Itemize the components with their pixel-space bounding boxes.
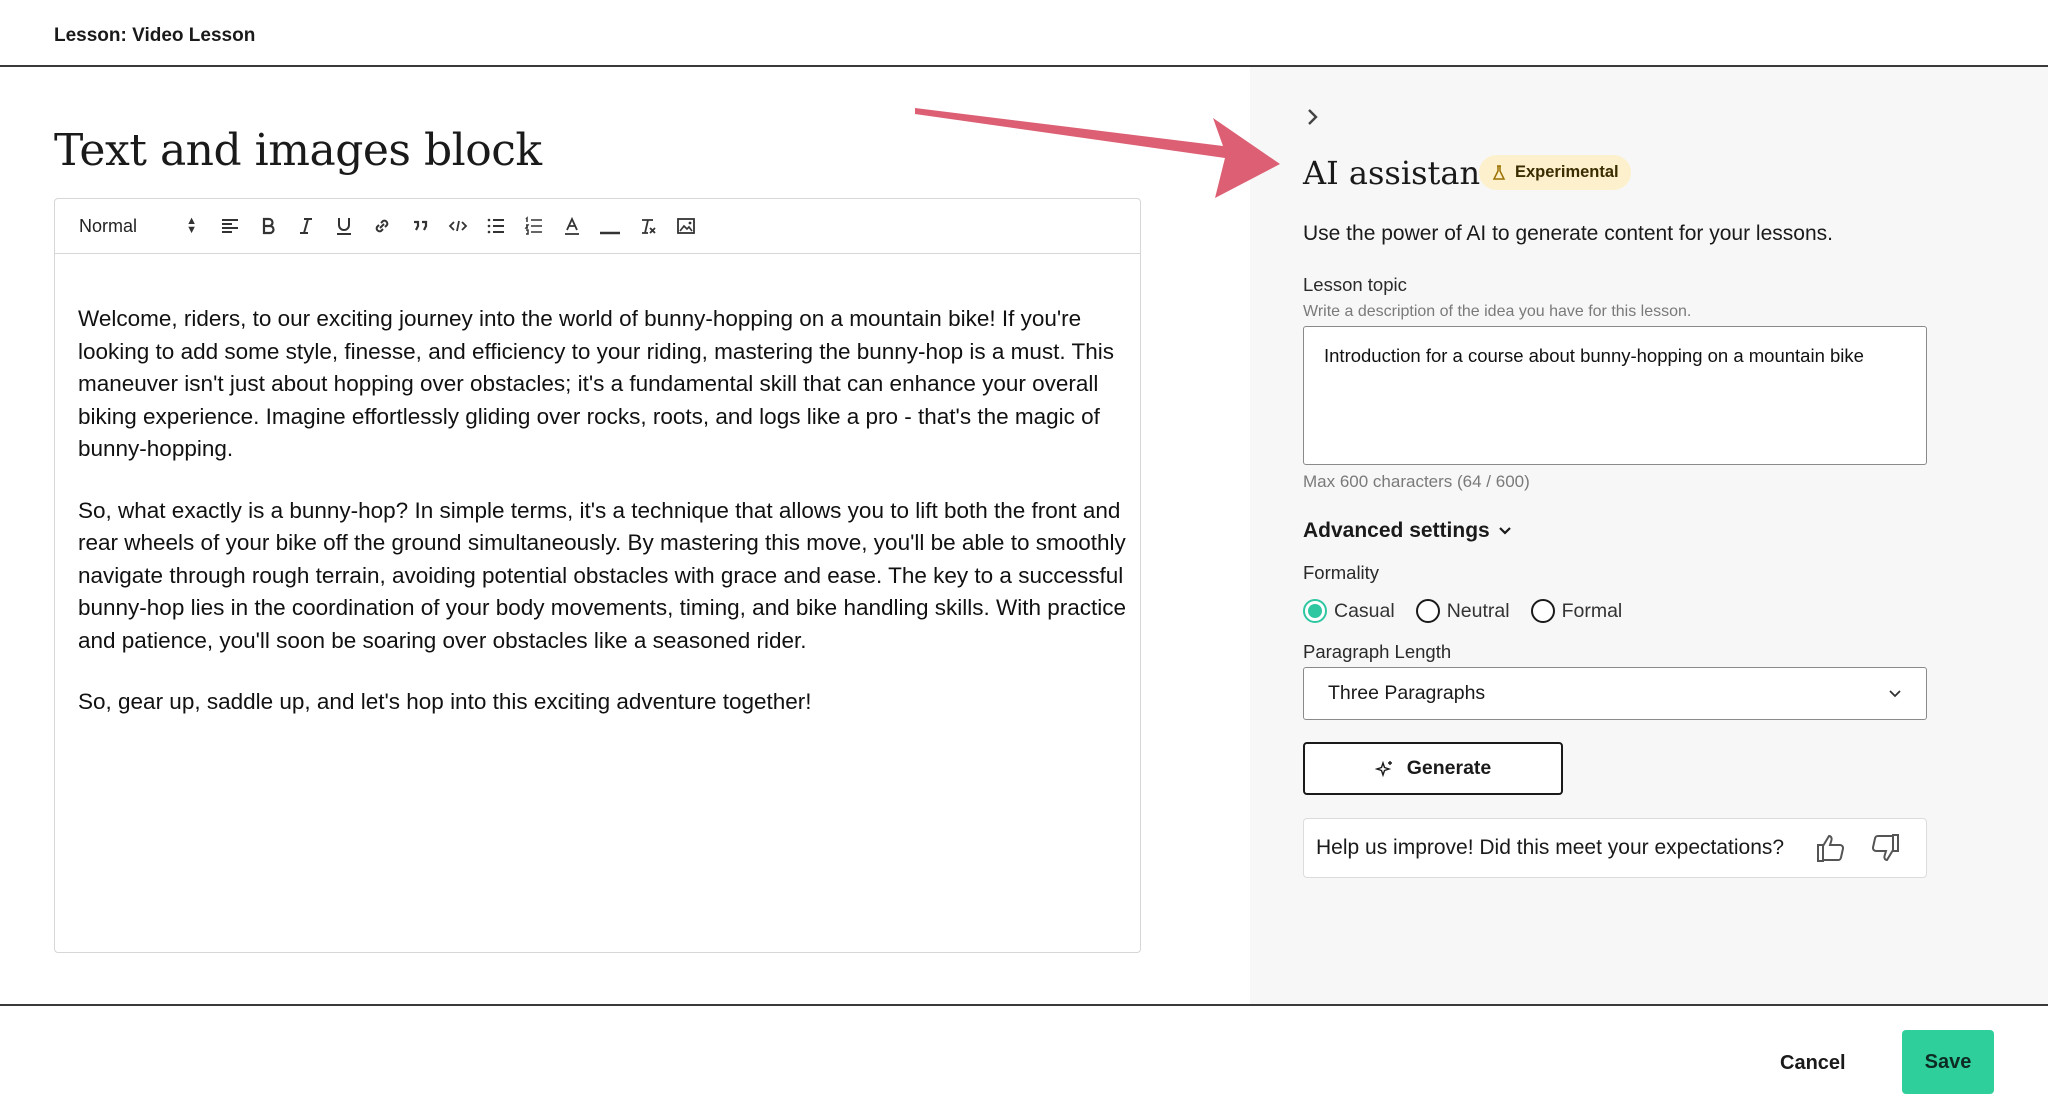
insert-image-button[interactable] (667, 210, 705, 242)
bold-button[interactable] (249, 210, 287, 242)
horizontal-rule-icon (600, 231, 620, 235)
chevron-down-icon (1889, 690, 1901, 698)
text-style-value: Normal (79, 215, 138, 236)
formality-casual-radio[interactable]: Casual (1303, 599, 1395, 623)
align-button[interactable] (211, 210, 249, 242)
text-style-select[interactable]: Normal ▲ ▼ (79, 216, 197, 237)
block-title: Text and images block (54, 125, 542, 176)
rich-text-editor: Normal ▲ ▼ Welcome, riders, to our excit… (54, 198, 1141, 953)
clear-format-icon (642, 219, 656, 234)
chevron-right-icon (1308, 109, 1318, 125)
thumbs-up-icon[interactable] (1814, 831, 1848, 865)
paragraph-length-value: Three Paragraphs (1328, 682, 1486, 704)
underline-icon (337, 218, 351, 235)
formality-option-label: Casual (1334, 599, 1395, 622)
numbered-list-button[interactable] (515, 210, 553, 242)
page-title: Lesson: Video Lesson (54, 25, 256, 46)
radio-unselected-icon (1415, 599, 1440, 623)
italic-icon (300, 218, 312, 234)
lesson-topic-input[interactable]: Introduction for a course about bunny-ho… (1303, 326, 1927, 465)
chevron-down-icon (1498, 527, 1511, 535)
formality-formal-radio[interactable]: Formal (1530, 599, 1623, 623)
ai-assistant-panel: AI assistant Experimental Use the power … (1250, 67, 2048, 1006)
ai-description: Use the power of AI to generate content … (1303, 222, 1833, 245)
collapse-panel-button[interactable] (1300, 105, 1324, 129)
content-paragraph-3: So, gear up, saddle up, and let's hop in… (78, 689, 812, 714)
text-color-icon (565, 216, 579, 235)
clear-format-button[interactable] (629, 210, 667, 242)
save-button[interactable]: Save (1902, 1030, 1994, 1094)
editor-content[interactable]: Welcome, riders, to our exciting journey… (78, 303, 1128, 748)
numbered-list-icon (524, 216, 542, 235)
bold-icon (262, 217, 275, 235)
italic-button[interactable] (287, 210, 325, 242)
badge-label: Experimental (1515, 163, 1619, 181)
thumbs-down-icon[interactable] (1868, 831, 1902, 865)
radio-unselected-icon (1530, 599, 1555, 623)
blockquote-button[interactable] (401, 210, 439, 242)
underline-button[interactable] (325, 210, 363, 242)
horizontal-rule-button[interactable] (591, 210, 629, 242)
annotation-arrow (915, 108, 1280, 198)
bullet-list-icon (487, 218, 504, 234)
lesson-topic-label: Lesson topic (1303, 274, 1407, 295)
code-button[interactable] (439, 210, 477, 242)
formality-label: Formality (1303, 562, 1380, 583)
formality-option-label: Neutral (1446, 599, 1510, 622)
text-color-button[interactable] (553, 210, 591, 242)
select-arrows-icon: ▲ ▼ (186, 215, 197, 236)
page-header: Lesson: Video Lesson (0, 0, 2048, 67)
sparkle-icon (1374, 760, 1392, 777)
paragraph-length-label: Paragraph Length (1303, 641, 1452, 662)
flask-icon (1492, 164, 1506, 180)
advanced-settings-toggle[interactable]: Advanced settings (1303, 519, 1514, 543)
cancel-button[interactable]: Cancel (1780, 1052, 1846, 1075)
formality-radio-group: Casual Neutral Formal (1303, 599, 1643, 623)
link-button[interactable] (363, 210, 401, 242)
experimental-badge: Experimental (1479, 155, 1631, 190)
content-paragraph-1: Welcome, riders, to our exciting journey… (78, 306, 1114, 461)
lesson-topic-hint: Write a description of the idea you have… (1303, 303, 1692, 320)
paragraph-length-select[interactable]: Three Paragraphs (1303, 667, 1927, 720)
character-counter: Max 600 characters (64 / 600) (1303, 472, 1530, 491)
page-footer: Cancel Save (0, 1004, 2048, 1116)
image-icon (677, 218, 695, 234)
generate-label: Generate (1406, 757, 1492, 779)
feedback-text: Help us improve! Did this meet your expe… (1316, 836, 1785, 859)
code-icon (448, 220, 468, 232)
formality-neutral-radio[interactable]: Neutral (1415, 599, 1510, 623)
quote-icon (414, 220, 428, 231)
ai-assistant-title: AI assistant (1303, 154, 1493, 192)
advanced-settings-label: Advanced settings (1303, 519, 1490, 542)
align-left-icon (222, 219, 238, 233)
link-icon (375, 219, 389, 233)
content-paragraph-2: So, what exactly is a bunny-hop? In simp… (78, 497, 1127, 653)
feedback-box: Help us improve! Did this meet your expe… (1303, 818, 1927, 878)
radio-selected-icon (1303, 599, 1327, 623)
formality-option-label: Formal (1561, 599, 1623, 622)
generate-button[interactable]: Generate (1303, 742, 1563, 795)
bullet-list-button[interactable] (477, 210, 515, 242)
